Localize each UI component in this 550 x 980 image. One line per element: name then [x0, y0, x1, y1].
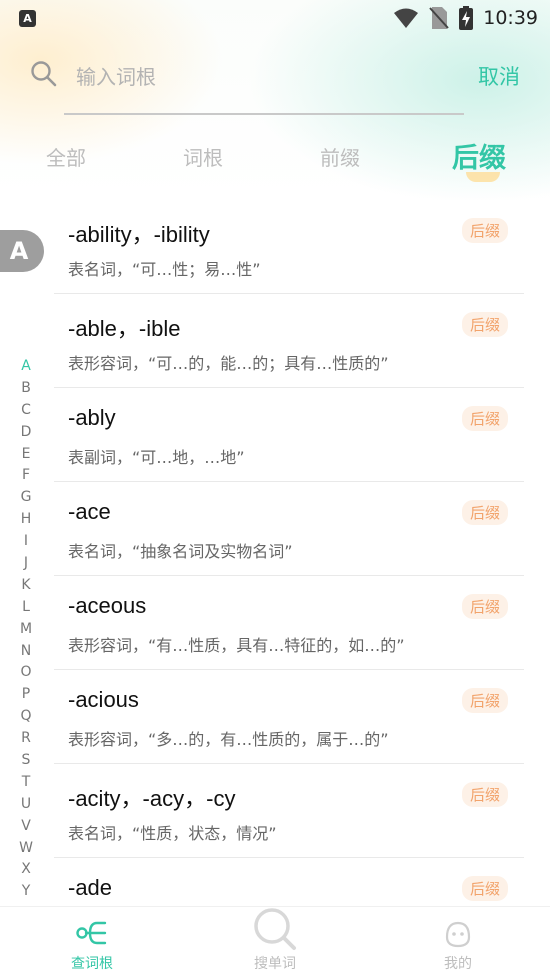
- index-letter[interactable]: N: [18, 641, 34, 663]
- index-letter[interactable]: Q: [18, 706, 34, 728]
- clock: 10:39: [483, 7, 538, 29]
- item-word: -ability，-ibility: [68, 222, 210, 247]
- alphabet-index: A B C D E F G H I J K L M N O P Q R S T …: [18, 356, 34, 903]
- index-letter[interactable]: R: [18, 728, 34, 750]
- tab-suffixes[interactable]: 后缀: [452, 136, 506, 175]
- list-item[interactable]: -ace 表名词，“抽象名词及实物名词” 后缀: [54, 482, 524, 576]
- index-letter[interactable]: U: [18, 794, 34, 816]
- item-type-badge: 后缀: [461, 312, 508, 337]
- item-word: -acity，-acy，-cy: [68, 786, 236, 811]
- index-letter[interactable]: P: [18, 684, 34, 706]
- item-type-badge: 后缀: [461, 876, 508, 901]
- index-letter[interactable]: O: [18, 662, 34, 684]
- search-input[interactable]: [74, 58, 458, 96]
- list-item[interactable]: -acious 表形容词，“多…的，有…性质的，属于…的” 后缀: [54, 670, 524, 764]
- search-icon: [254, 908, 296, 950]
- list-item[interactable]: -aceous 表形容词，“有…性质，具有…特征的，如…的” 后缀: [54, 576, 524, 670]
- list-item[interactable]: -acity，-acy，-cy 表名词，“性质，状态，情况” 后缀: [54, 764, 524, 858]
- search-underline: [64, 113, 464, 115]
- app-notification-icon: A: [19, 10, 36, 27]
- item-word: -aceous: [68, 593, 147, 618]
- item-type-badge: 后缀: [461, 782, 508, 807]
- battery-charging-icon: [459, 6, 474, 30]
- item-description: 表形容词，“有…性质，具有…特征的，如…的”: [68, 636, 405, 655]
- item-description: 表形容词，“可…的，能…的；具有…性质的”: [68, 354, 389, 373]
- item-type-badge: 后缀: [461, 594, 508, 619]
- nav-search-words[interactable]: 搜单词: [215, 907, 335, 980]
- item-word: -ably: [68, 405, 116, 430]
- item-description: 表名词，“性质，状态，情况”: [68, 824, 277, 843]
- list-item[interactable]: -ably 表副词，“可…地，…地” 后缀: [54, 388, 524, 482]
- item-description: 表名词，“抽象名词及实物名词”: [68, 542, 293, 561]
- item-word: -acious: [68, 687, 139, 712]
- tab-roots[interactable]: 词根: [183, 142, 223, 171]
- item-type-badge: 后缀: [461, 500, 508, 525]
- list-item[interactable]: -able，-ible 表形容词，“可…的，能…的；具有…性质的” 后缀: [54, 294, 524, 388]
- index-letter[interactable]: D: [18, 422, 34, 444]
- item-word: -ade: [68, 875, 113, 900]
- suffix-list: -ability，-ibility 表名词，“可…性；易…性” 后缀 -able…: [54, 200, 524, 952]
- index-letter[interactable]: A: [18, 356, 34, 378]
- item-description: 表名词，“可…性；易…性”: [68, 260, 261, 279]
- search-icon: [31, 61, 57, 87]
- tab-prefixes[interactable]: 前缀: [320, 142, 360, 171]
- no-sim-icon: [429, 7, 449, 29]
- index-letter[interactable]: J: [18, 553, 34, 575]
- bottom-navigation: 查词根 搜单词 我的: [0, 906, 550, 980]
- wifi-icon: [394, 8, 419, 28]
- list-item[interactable]: -ability，-ibility 表名词，“可…性；易…性” 后缀: [54, 200, 524, 294]
- tree-icon: [76, 921, 107, 945]
- index-letter[interactable]: H: [18, 509, 34, 531]
- item-description: 表形容词，“多…的，有…性质的，属于…的”: [68, 730, 389, 749]
- index-letter[interactable]: E: [18, 444, 34, 466]
- index-letter[interactable]: Y: [18, 881, 34, 903]
- index-letter[interactable]: G: [18, 487, 34, 509]
- index-letter[interactable]: T: [18, 772, 34, 794]
- face-icon: [445, 921, 471, 948]
- index-letter[interactable]: V: [18, 816, 34, 838]
- index-letter[interactable]: K: [18, 575, 34, 597]
- tab-all[interactable]: 全部: [46, 142, 86, 171]
- item-type-badge: 后缀: [461, 218, 508, 243]
- index-letter[interactable]: S: [18, 750, 34, 772]
- item-type-badge: 后缀: [461, 406, 508, 431]
- current-letter-indicator: A: [0, 230, 44, 272]
- nav-lookup-roots[interactable]: 查词根: [32, 907, 152, 980]
- item-description: 表副词，“可…地，…地”: [68, 448, 245, 467]
- category-tabs: 全部 词根 前缀 后缀: [0, 136, 550, 186]
- nav-label: 搜单词: [254, 956, 296, 972]
- nav-label: 我的: [444, 956, 472, 972]
- nav-mine[interactable]: 我的: [398, 907, 518, 980]
- index-letter[interactable]: F: [18, 465, 34, 487]
- status-bar: A 10:39: [0, 0, 550, 38]
- index-letter[interactable]: X: [18, 859, 34, 881]
- index-letter[interactable]: L: [18, 597, 34, 619]
- index-letter[interactable]: W: [18, 838, 34, 860]
- item-type-badge: 后缀: [461, 688, 508, 713]
- index-letter[interactable]: M: [18, 619, 34, 641]
- index-letter[interactable]: I: [18, 531, 34, 553]
- cancel-button[interactable]: 取消: [478, 61, 520, 91]
- index-letter[interactable]: C: [18, 400, 34, 422]
- item-word: -able，-ible: [68, 316, 181, 341]
- nav-label: 查词根: [71, 956, 113, 972]
- item-word: -ace: [68, 499, 111, 524]
- index-letter[interactable]: B: [18, 378, 34, 400]
